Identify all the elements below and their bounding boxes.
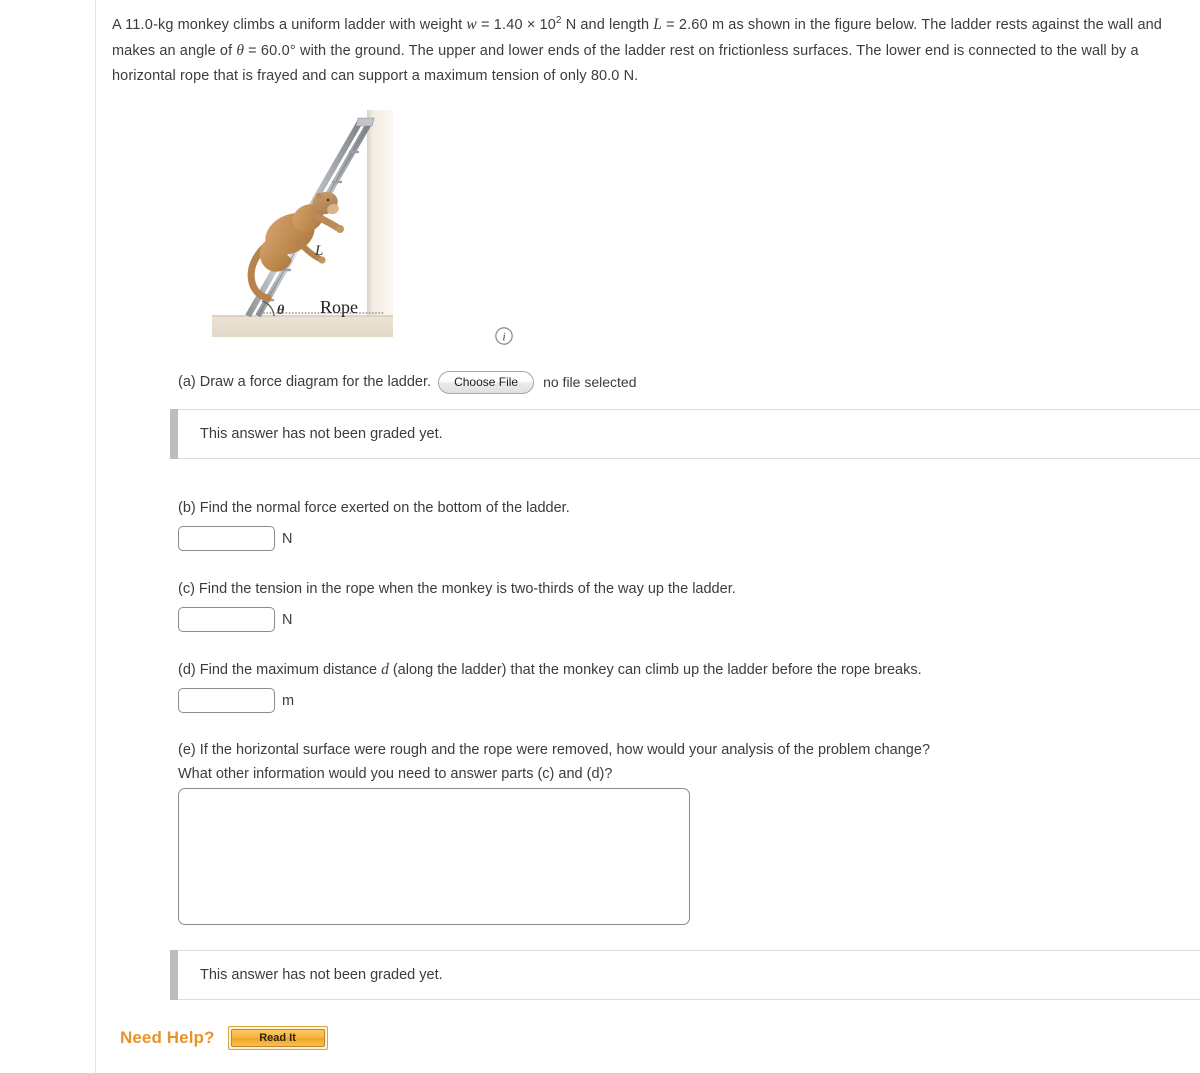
part-b-input[interactable] bbox=[178, 526, 275, 551]
part-c-input[interactable] bbox=[178, 607, 275, 632]
distance-symbol: d bbox=[381, 661, 389, 678]
need-help-label: Need Help? bbox=[120, 1028, 215, 1047]
weight-symbol: w bbox=[466, 16, 477, 33]
part-d-prompt: (d) Find the maximum distance d (along t… bbox=[178, 661, 922, 678]
ladder-figure: L θ Rope i bbox=[212, 110, 514, 346]
monkey-eye bbox=[326, 198, 330, 202]
part-b-answer-row: N bbox=[178, 526, 570, 551]
problem-line-1: A 11.0-kg monkey climbs a uniform ladder… bbox=[112, 15, 918, 33]
part-e-graded-text: This answer has not been graded yet. bbox=[200, 967, 443, 983]
part-a-prompt: (a) Draw a force diagram for the ladder. bbox=[178, 374, 432, 390]
part-a: (a) Draw a force diagram for the ladder.… bbox=[178, 370, 637, 394]
part-b: (b) Find the normal force exerted on the… bbox=[178, 496, 570, 551]
file-status-label: no file selected bbox=[543, 374, 637, 391]
ladder-diagram-svg: L θ Rope bbox=[212, 110, 393, 337]
ladder-top-cap bbox=[355, 117, 375, 127]
part-e: (e) If the horizontal surface were rough… bbox=[178, 738, 930, 786]
part-a-graded-text: This answer has not been graded yet. bbox=[200, 426, 443, 442]
monkey-hand bbox=[336, 225, 344, 233]
svg-text:i: i bbox=[502, 330, 505, 344]
info-icon[interactable]: i bbox=[494, 326, 514, 346]
length-value: 2.60 bbox=[678, 17, 708, 33]
part-d-answer-row: m bbox=[178, 688, 922, 713]
choose-file-button[interactable]: Choose File bbox=[438, 370, 535, 394]
part-e-prompt-line2: What other information would you need to… bbox=[178, 766, 613, 782]
part-e-graded-notice: This answer has not been graded yet. bbox=[170, 950, 1200, 1000]
page-left-rule bbox=[95, 0, 96, 1073]
wall-shape bbox=[367, 110, 393, 322]
monkey-ear bbox=[315, 192, 323, 200]
need-help-section: Need Help? Read It bbox=[120, 1026, 328, 1050]
theta-symbol: θ bbox=[236, 42, 245, 59]
part-e-textarea[interactable] bbox=[178, 788, 690, 925]
part-c-answer-row: N bbox=[178, 607, 736, 632]
problem-statement: A 11.0-kg monkey climbs a uniform ladder… bbox=[112, 12, 1180, 89]
part-b-prompt: (b) Find the normal force exerted on the… bbox=[178, 500, 570, 516]
length-symbol: L bbox=[653, 16, 662, 33]
part-a-graded-notice: This answer has not been graded yet. bbox=[170, 409, 1200, 459]
part-d: (d) Find the maximum distance d (along t… bbox=[178, 658, 922, 713]
part-c-prompt: (c) Find the tension in the rope when th… bbox=[178, 581, 736, 597]
label-rope: Rope bbox=[320, 297, 358, 317]
weight-mantissa: 1.40 bbox=[493, 17, 523, 33]
label-length: L bbox=[314, 243, 323, 259]
theta-value: 60.0° bbox=[260, 43, 296, 59]
part-e-prompt-line1: (e) If the horizontal surface were rough… bbox=[178, 742, 931, 758]
monkey-mass-value: 11.0 bbox=[125, 17, 154, 33]
part-b-unit: N bbox=[282, 530, 293, 547]
ground-shape bbox=[212, 315, 393, 337]
part-d-input[interactable] bbox=[178, 688, 275, 713]
graded-accent-bar bbox=[170, 409, 178, 459]
read-it-button-frame: Read It bbox=[227, 1026, 328, 1050]
problem-line-4: tension of only 80.0 N. bbox=[491, 68, 639, 84]
graded-accent-bar bbox=[170, 950, 178, 1000]
read-it-button[interactable]: Read It bbox=[230, 1029, 325, 1047]
file-upload-control: Choose File no file selected bbox=[438, 370, 637, 394]
label-angle: θ bbox=[277, 303, 285, 318]
part-c: (c) Find the tension in the rope when th… bbox=[178, 577, 736, 632]
part-c-unit: N bbox=[282, 611, 293, 628]
part-d-unit: m bbox=[282, 692, 295, 709]
